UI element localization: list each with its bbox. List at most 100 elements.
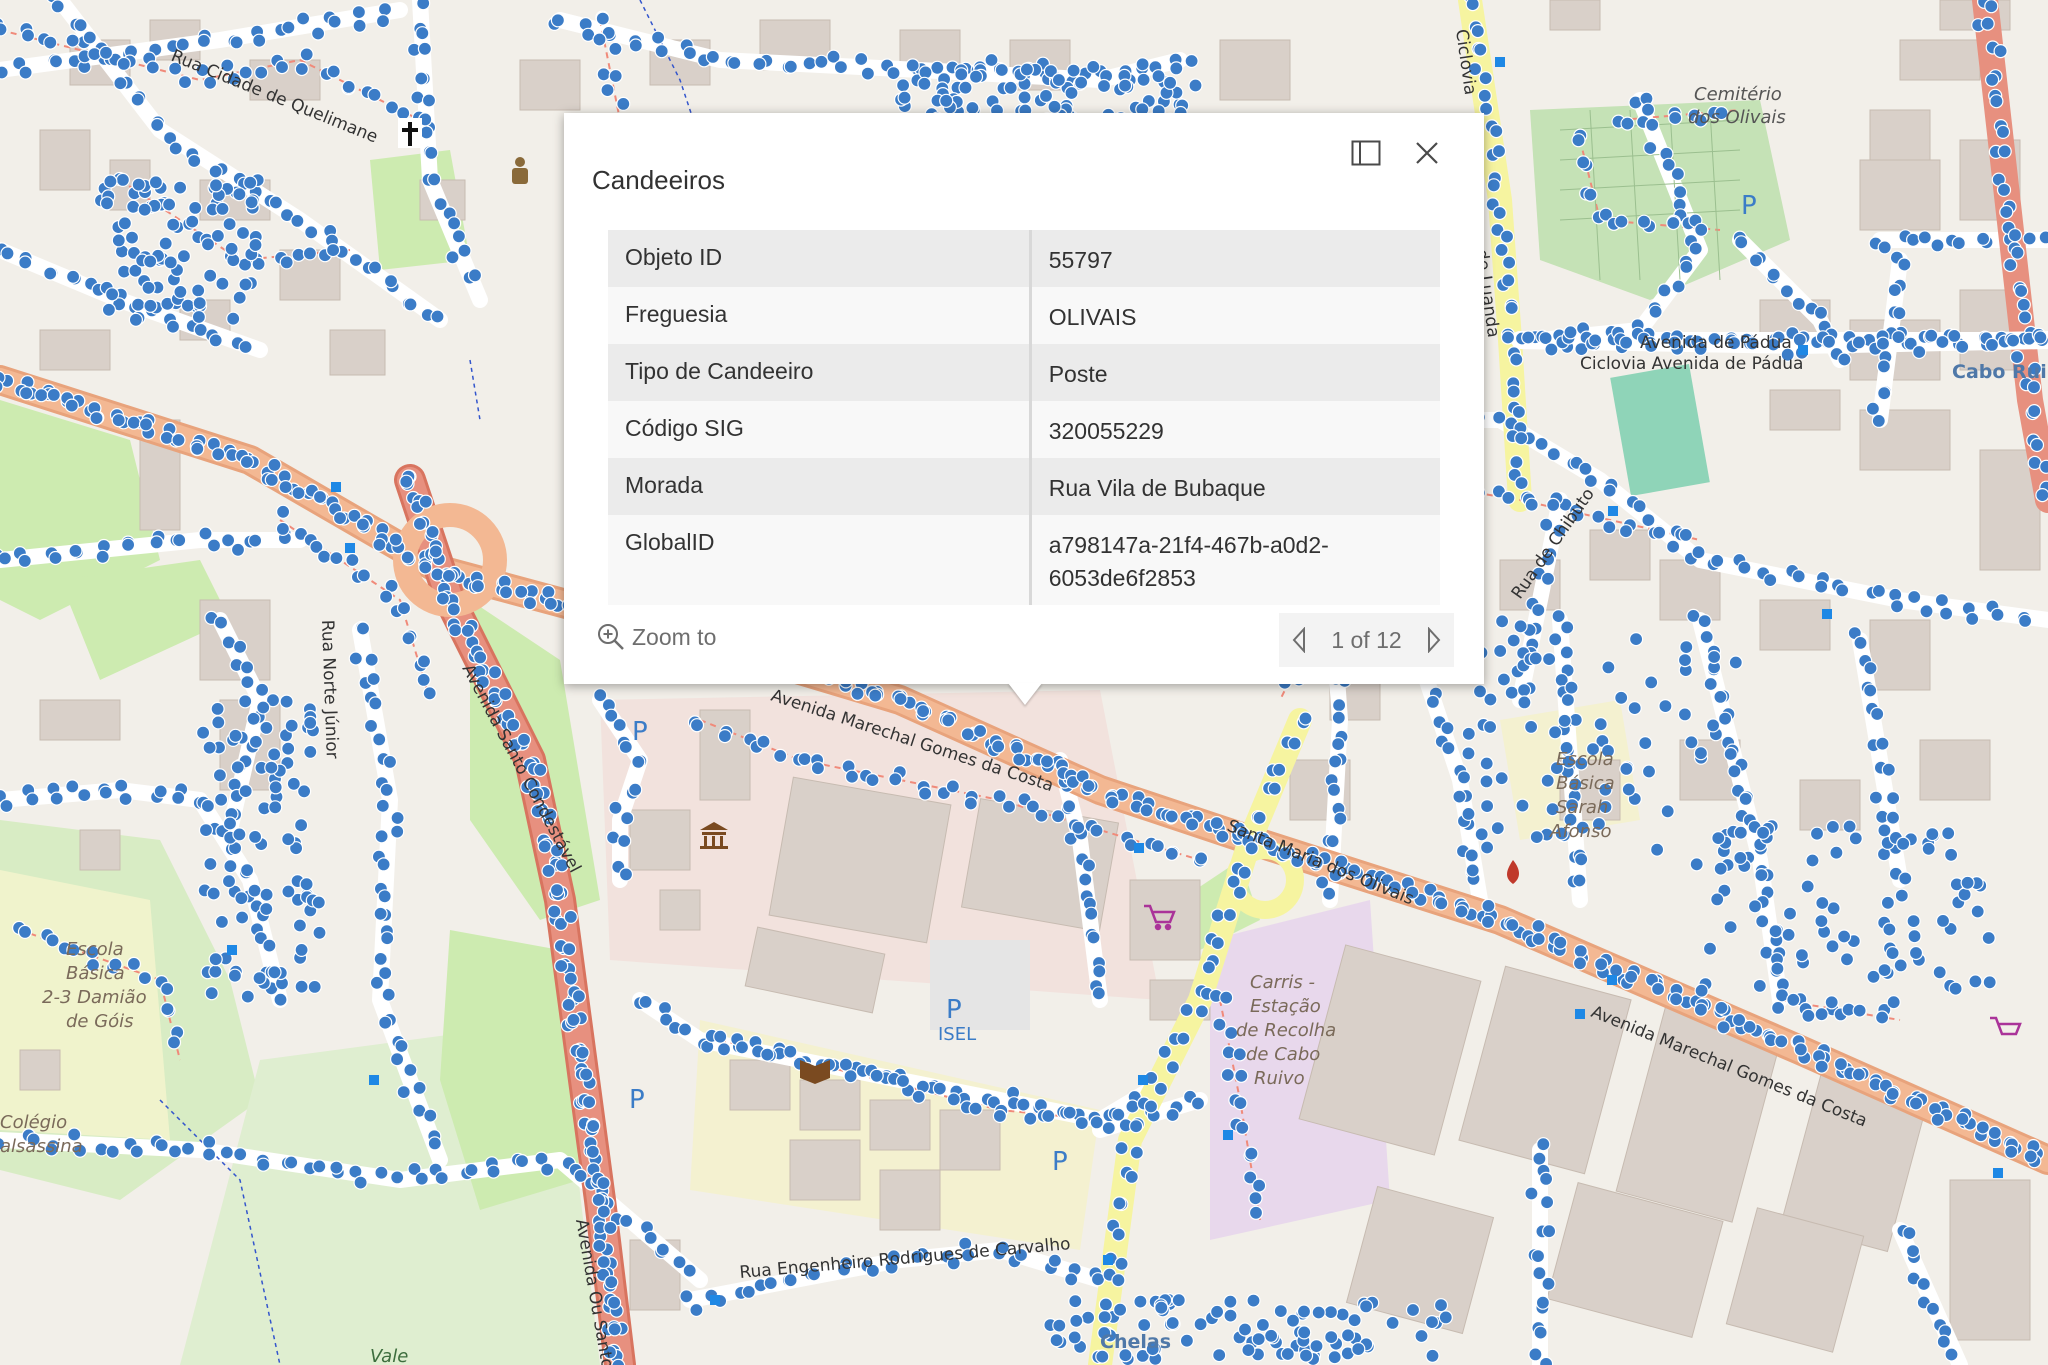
streetlight-point[interactable] bbox=[95, 549, 110, 564]
streetlight-point[interactable] bbox=[268, 800, 283, 815]
streetlight-point[interactable] bbox=[1331, 698, 1347, 713]
streetlight-point[interactable] bbox=[1614, 690, 1629, 705]
streetlight-point[interactable] bbox=[268, 780, 283, 795]
streetlight-point[interactable] bbox=[239, 454, 254, 470]
streetlight-point[interactable] bbox=[1052, 1318, 1067, 1333]
streetlight-point[interactable] bbox=[1813, 305, 1829, 320]
streetlight-point[interactable] bbox=[421, 93, 437, 108]
streetlight-point[interactable] bbox=[1851, 1067, 1866, 1082]
streetlight-point[interactable] bbox=[126, 415, 141, 430]
streetlight-point[interactable] bbox=[19, 386, 34, 401]
streetlight-point[interactable] bbox=[1514, 431, 1529, 446]
streetlight-point[interactable] bbox=[1875, 336, 1891, 351]
streetlight-point[interactable] bbox=[895, 78, 911, 93]
streetlight-point[interactable] bbox=[1143, 1099, 1159, 1114]
streetlight-point[interactable] bbox=[1114, 1256, 1129, 1271]
streetlight-point[interactable] bbox=[1287, 736, 1302, 751]
streetlight-point[interactable] bbox=[1139, 803, 1154, 818]
streetlight-point[interactable] bbox=[203, 856, 218, 872]
streetlight-point[interactable] bbox=[1541, 651, 1557, 667]
streetlight-point[interactable] bbox=[1906, 913, 1921, 929]
streetlight-point[interactable] bbox=[248, 734, 263, 749]
streetlight-point[interactable] bbox=[1050, 809, 1066, 824]
streetlight-point[interactable] bbox=[1171, 1293, 1186, 1308]
streetlight-point[interactable] bbox=[412, 1080, 427, 1096]
streetlight-point[interactable] bbox=[893, 691, 908, 707]
streetlight-point[interactable] bbox=[369, 975, 384, 990]
streetlight-point[interactable] bbox=[1464, 848, 1479, 863]
streetlight-point[interactable] bbox=[1272, 762, 1287, 777]
streetlight-point[interactable] bbox=[1067, 1330, 1082, 1345]
streetlight-point[interactable] bbox=[246, 711, 261, 726]
streetlight-point[interactable] bbox=[99, 196, 115, 211]
streetlight-point[interactable] bbox=[2017, 310, 2033, 325]
streetlight-point[interactable] bbox=[382, 754, 398, 770]
streetlight-point[interactable] bbox=[1717, 711, 1733, 726]
streetlight-point[interactable] bbox=[1999, 204, 2014, 220]
streetlight-point[interactable] bbox=[227, 968, 242, 983]
streetlight-point[interactable] bbox=[267, 965, 282, 980]
streetlight-point[interactable] bbox=[1893, 958, 1908, 973]
streetlight-point[interactable] bbox=[279, 255, 294, 270]
streetlight-point[interactable] bbox=[1768, 924, 1783, 939]
streetlight-point[interactable] bbox=[869, 1068, 884, 1083]
streetlight-point[interactable] bbox=[1538, 1171, 1554, 1187]
streetlight-point[interactable] bbox=[1668, 992, 1684, 1007]
streetlight-point[interactable] bbox=[1038, 88, 1054, 104]
streetlight-point[interactable] bbox=[162, 197, 177, 212]
streetlight-point[interactable] bbox=[1792, 332, 1807, 347]
streetlight-point[interactable] bbox=[213, 615, 229, 630]
streetlight-point[interactable] bbox=[1593, 717, 1608, 732]
streetlight-point[interactable] bbox=[302, 246, 317, 261]
streetlight-point[interactable] bbox=[1212, 1017, 1227, 1032]
streetlight-point[interactable] bbox=[1627, 700, 1642, 716]
streetlight-point[interactable] bbox=[1583, 187, 1598, 202]
streetlight-point[interactable] bbox=[1496, 672, 1512, 687]
streetlight-point[interactable] bbox=[233, 639, 248, 654]
dock-button[interactable] bbox=[1346, 133, 1386, 173]
streetlight-point[interactable] bbox=[2003, 257, 2018, 273]
streetlight-point[interactable] bbox=[1665, 539, 1681, 554]
streetlight-point[interactable] bbox=[425, 524, 440, 540]
streetlight-point[interactable] bbox=[1128, 1119, 1144, 1134]
streetlight-point[interactable] bbox=[240, 674, 255, 690]
streetlight-point[interactable] bbox=[713, 1029, 728, 1044]
streetlight-point[interactable] bbox=[689, 718, 705, 733]
streetlight-point[interactable] bbox=[1980, 16, 1995, 31]
streetlight-point[interactable] bbox=[1263, 1328, 1279, 1343]
streetlight-point[interactable] bbox=[650, 30, 666, 45]
streetlight-point[interactable] bbox=[566, 1012, 581, 1028]
streetlight-point[interactable] bbox=[1602, 520, 1617, 535]
streetlight-point[interactable] bbox=[291, 486, 306, 501]
streetlight-point[interactable] bbox=[1232, 1047, 1247, 1062]
streetlight-point[interactable] bbox=[939, 93, 954, 108]
streetlight-point[interactable] bbox=[1993, 43, 2008, 59]
streetlight-point[interactable] bbox=[1133, 1294, 1148, 1309]
streetlight-point[interactable] bbox=[1649, 842, 1665, 857]
streetlight-point[interactable] bbox=[383, 274, 399, 289]
streetlight-point[interactable] bbox=[238, 694, 253, 709]
streetlight-point[interactable] bbox=[1539, 1195, 1555, 1210]
streetlight-point[interactable] bbox=[1907, 929, 1922, 944]
streetlight-point[interactable] bbox=[1583, 473, 1598, 489]
streetlight-point[interactable] bbox=[105, 1144, 120, 1159]
streetlight-point[interactable] bbox=[1066, 63, 1081, 78]
streetlight-point[interactable] bbox=[1774, 1034, 1789, 1049]
streetlight-point[interactable] bbox=[1071, 820, 1086, 835]
streetlight-point[interactable] bbox=[705, 49, 721, 65]
streetlight-point[interactable] bbox=[917, 76, 932, 91]
streetlight-point[interactable] bbox=[118, 791, 133, 807]
streetlight-point[interactable] bbox=[226, 311, 241, 326]
streetlight-point[interactable] bbox=[1930, 1112, 1945, 1127]
streetlight-point[interactable] bbox=[1169, 61, 1184, 76]
streetlight-point[interactable] bbox=[562, 941, 577, 957]
streetlight-point[interactable] bbox=[17, 924, 33, 940]
streetlight-point[interactable] bbox=[1061, 799, 1077, 814]
streetlight-point[interactable] bbox=[1975, 1120, 1990, 1135]
streetlight-point[interactable] bbox=[43, 35, 58, 50]
streetlight-point[interactable] bbox=[154, 1138, 169, 1153]
streetlight-point[interactable] bbox=[355, 517, 370, 532]
streetlight-point[interactable] bbox=[1064, 1272, 1079, 1287]
streetlight-point[interactable] bbox=[1062, 1105, 1077, 1120]
streetlight-point[interactable] bbox=[1546, 447, 1561, 462]
